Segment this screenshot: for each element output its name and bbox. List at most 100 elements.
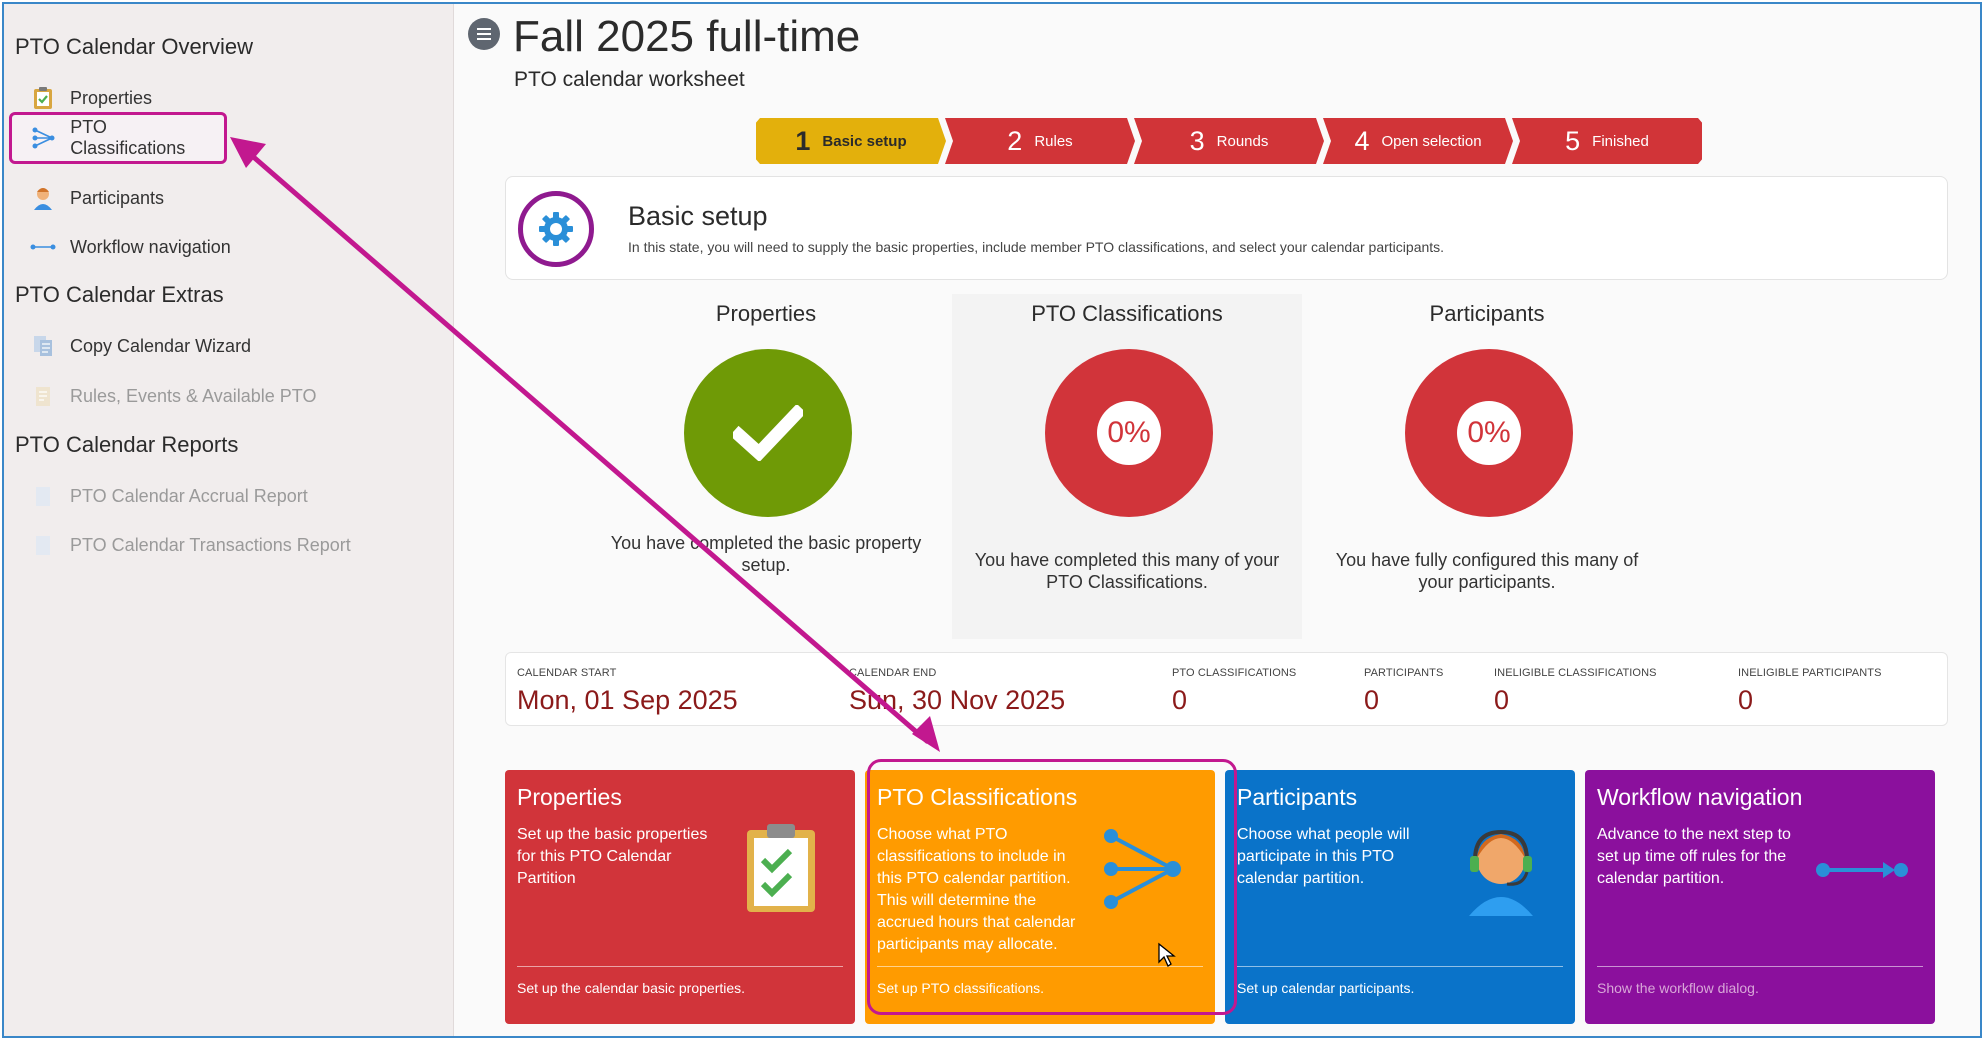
app-window: PTO Calendar Overview Properties PTO Cla… [2,2,1982,1038]
tile-footer[interactable]: Set up the calendar basic properties. [517,980,745,996]
sidebar-item-label: PTO Calendar Accrual Report [70,485,308,506]
clipboard-check-icon [743,822,819,919]
stat-ineligible-classifications: INELIGIBLE CLASSIFICATIONS 0 [1494,667,1657,716]
tile-pto-classifications[interactable]: PTO Classifications Choose what PTO clas… [865,770,1215,1024]
stat-label: CALENDAR START [517,667,617,679]
step-open-selection[interactable]: 4 Open selection [1323,118,1513,164]
progress-participants: Participants 0% You have fully configure… [1312,294,1662,639]
step-label: Basic setup [822,132,907,150]
sidebar-item-pto-classifications[interactable]: PTO Classifications [9,112,227,164]
progress-text: You have completed the basic property se… [610,533,922,575]
sidebar-item-transactions-report[interactable]: PTO Calendar Transactions Report [24,527,359,563]
stat-label: PARTICIPANTS [1364,667,1444,679]
copy-icon [30,333,56,359]
hamburger-icon [477,33,491,35]
sidebar-item-label: Properties [70,87,153,108]
workflow-icon [30,234,56,260]
tile-workflow-navigation[interactable]: Workflow navigation Advance to the next … [1585,770,1935,1024]
menu-button[interactable] [468,18,500,50]
step-label: Finished [1592,132,1649,150]
tile-description: Set up the basic properties for this PTO… [517,826,708,887]
step-label: Rules [1034,132,1073,150]
progress-title: Participants [1429,301,1545,326]
sidebar-item-label: Workflow navigation [70,236,231,257]
setup-description: In this state, you will need to supply t… [628,239,1445,255]
step-number: 4 [1354,125,1370,156]
sidebar-item-properties[interactable]: Properties [24,80,160,116]
support-agent-icon [1465,822,1537,921]
sidebar-item-rules-events[interactable]: Rules, Events & Available PTO [24,378,324,414]
sidebar-item-participants[interactable]: Participants [24,180,172,216]
step-rules[interactable]: 2 Rules [945,118,1135,164]
tile-divider [1237,966,1563,967]
person-icon [30,185,56,211]
sidebar-item-label: Copy Calendar Wizard [70,335,252,356]
tile-footer[interactable]: Set up calendar participants. [1237,980,1414,996]
sidebar-item-label: Participants [70,187,165,208]
step-number: 2 [1007,125,1023,156]
report-icon [30,483,56,509]
sidebar-section-overview: PTO Calendar Overview [15,34,254,59]
step-rounds[interactable]: 3 Rounds [1134,118,1324,164]
progress-ring: 0% [1405,349,1573,517]
sidebar-item-label: PTO Classifications [70,117,186,158]
tile-footer[interactable]: Set up PTO classifications. [877,980,1044,996]
progress-text: You have fully configured this many of y… [1335,550,1639,592]
progress-ring: 0% [1045,349,1213,517]
stat-value: Sun, 30 Nov 2025 [849,685,1066,715]
branch-icon [32,125,56,151]
workflow-arrow-icon [1815,858,1909,887]
sidebar-item-workflow-navigation[interactable]: Workflow navigation [24,229,239,265]
tile-divider [517,966,843,967]
page-subtitle: PTO calendar worksheet [514,68,745,91]
sidebar-section-extras: PTO Calendar Extras [15,282,224,307]
stat-participants: PARTICIPANTS 0 [1364,667,1443,716]
stat-calendar-end: CALENDAR END Sun, 30 Nov 2025 [849,667,1065,716]
setup-title: Basic setup [628,201,768,231]
stat-label: CALENDAR END [849,667,937,679]
tile-title: Participants [1237,784,1358,810]
tile-participants[interactable]: Participants Choose what people will par… [1225,770,1575,1024]
main-content: Fall 2025 full-time PTO calendar workshe… [456,4,1980,1036]
tile-divider [1597,966,1923,967]
tile-title: PTO Classifications [877,784,1078,810]
tile-title: Workflow navigation [1597,784,1803,810]
step-label: Open selection [1381,132,1482,150]
tile-footer[interactable]: Show the workflow dialog. [1597,980,1759,996]
complete-check-icon [684,349,852,517]
progress-text: You have completed this many of your PTO… [974,550,1280,592]
step-number: 5 [1565,125,1581,156]
sidebar: PTO Calendar Overview Properties PTO Cla… [4,4,454,1036]
rules-icon [30,383,56,409]
gear-icon [518,191,594,267]
tile-description: Advance to the next step to set up time … [1597,826,1791,887]
tile-title: Properties [517,784,622,810]
stat-label: INELIGIBLE PARTICIPANTS [1738,667,1882,679]
progress-pto-classifications: PTO Classifications 0% You have complete… [952,294,1302,639]
step-number: 3 [1189,125,1205,156]
sidebar-item-label: PTO Calendar Transactions Report [70,534,351,555]
tile-description: Choose what people will participate in t… [1237,826,1410,887]
tile-description: Choose what PTO classifications to inclu… [877,826,1076,953]
sidebar-item-copy-calendar-wizard[interactable]: Copy Calendar Wizard [24,328,259,364]
sidebar-item-accrual-report[interactable]: PTO Calendar Accrual Report [24,478,316,514]
tile-properties[interactable]: Properties Set up the basic properties f… [505,770,855,1024]
step-label: Rounds [1216,132,1269,150]
progress-properties: Properties You have completed the basic … [591,294,941,639]
stat-value: 0 [1172,685,1188,715]
workflow-stepper: 1 Basic setup 2 Rules 3 Rounds 4 Open se… [756,118,1702,164]
stat-pto-classifications: PTO CLASSIFICATIONS 0 [1172,667,1296,716]
step-basic-setup[interactable]: 1 Basic setup [756,118,946,164]
basic-setup-card: Basic setup In this state, you will need… [505,176,1948,280]
stat-label: PTO CLASSIFICATIONS [1172,667,1297,679]
progress-title: Properties [715,301,817,326]
stat-value: 0 [1494,685,1510,715]
clipboard-icon [30,85,56,111]
mouse-cursor-icon [1157,942,1177,973]
page-title: Fall 2025 full-time [513,12,861,61]
step-finished[interactable]: 5 Finished [1512,118,1702,164]
branch-icon [1103,828,1183,915]
stat-value: Mon, 01 Sep 2025 [517,685,738,715]
stat-ineligible-participants: INELIGIBLE PARTICIPANTS 0 [1738,667,1882,716]
stat-value: 0 [1738,685,1754,715]
